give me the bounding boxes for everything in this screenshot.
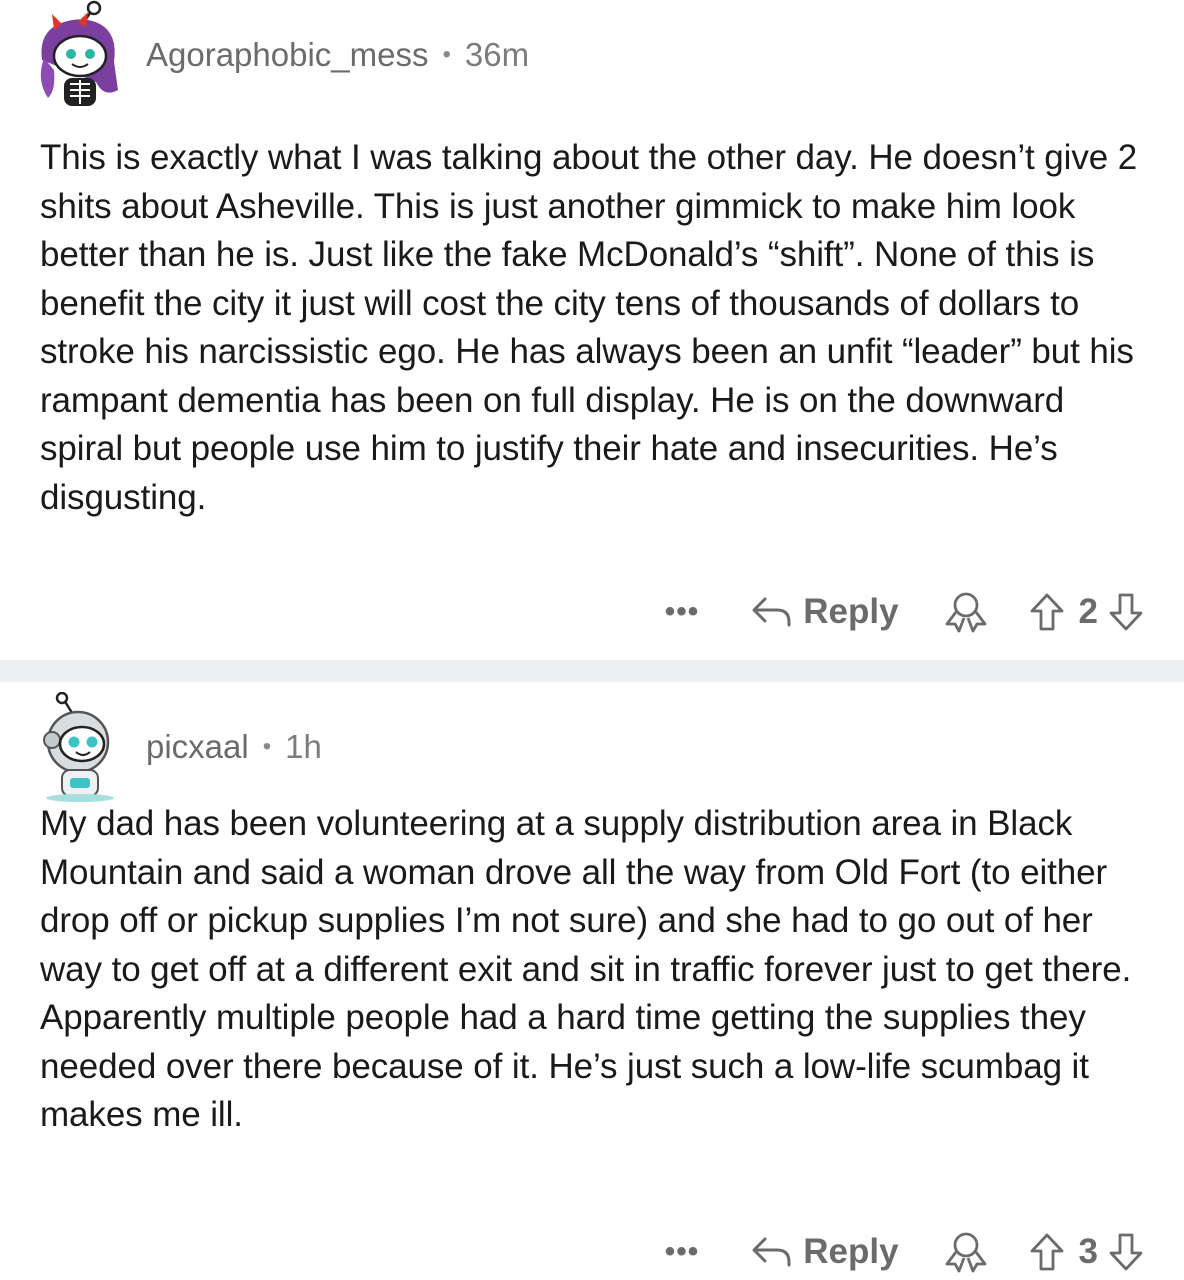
meta-separator: • bbox=[262, 733, 272, 760]
more-options-button[interactable]: ••• bbox=[665, 1235, 700, 1269]
snoo-avatar-icon bbox=[40, 0, 118, 106]
reply-label: Reply bbox=[803, 592, 899, 631]
more-options-button[interactable]: ••• bbox=[665, 595, 700, 629]
downvote-arrow-icon[interactable] bbox=[1108, 592, 1144, 632]
comment-body: My dad has been volunteering at a supply… bbox=[40, 804, 1132, 1134]
vote-score: 3 bbox=[1078, 1232, 1098, 1271]
snoo-avatar-icon bbox=[43, 692, 114, 802]
reply-arrow-icon bbox=[752, 1237, 791, 1267]
upvote-arrow-icon[interactable] bbox=[1029, 1232, 1065, 1272]
vote-score: 2 bbox=[1078, 592, 1098, 631]
award-icon bbox=[945, 1232, 986, 1273]
award-button[interactable] bbox=[943, 590, 989, 634]
comment-meta: Agoraphobic_mess • 36m bbox=[146, 36, 529, 74]
award-icon bbox=[945, 592, 986, 633]
reply-button[interactable]: Reply bbox=[751, 592, 899, 632]
comment-divider bbox=[0, 660, 1184, 682]
avatar[interactable] bbox=[34, 0, 126, 110]
username[interactable]: picxaal bbox=[146, 728, 249, 766]
vote-controls: 3 bbox=[1029, 1232, 1144, 1272]
username[interactable]: Agoraphobic_mess bbox=[146, 36, 429, 74]
comment-header: Agoraphobic_mess • 36m bbox=[34, 0, 529, 110]
reply-arrow-icon bbox=[752, 597, 791, 627]
reply-button[interactable]: Reply bbox=[751, 1232, 899, 1272]
comment-age: 36m bbox=[464, 36, 530, 73]
comment-1: Agoraphobic_mess • 36m This is exactly w… bbox=[0, 0, 1184, 660]
comment-2: picxaal • 1h My dad has been volunteerin… bbox=[0, 682, 1184, 1280]
comment-body: This is exactly what I was talking about… bbox=[40, 138, 1138, 517]
reply-label: Reply bbox=[803, 1232, 899, 1271]
meta-separator: • bbox=[442, 41, 451, 68]
downvote-arrow-icon[interactable] bbox=[1108, 1232, 1144, 1272]
avatar[interactable] bbox=[34, 692, 126, 802]
comment-actions: ••• Reply 3 bbox=[665, 1230, 1144, 1274]
vote-controls: 2 bbox=[1029, 592, 1144, 632]
comment-actions: ••• Reply 2 bbox=[665, 590, 1144, 634]
upvote-arrow-icon[interactable] bbox=[1029, 592, 1065, 632]
award-button[interactable] bbox=[943, 1230, 989, 1274]
comment-age: 1h bbox=[285, 728, 322, 765]
comment-header: picxaal • 1h bbox=[34, 692, 322, 802]
comment-meta: picxaal • 1h bbox=[146, 728, 322, 766]
